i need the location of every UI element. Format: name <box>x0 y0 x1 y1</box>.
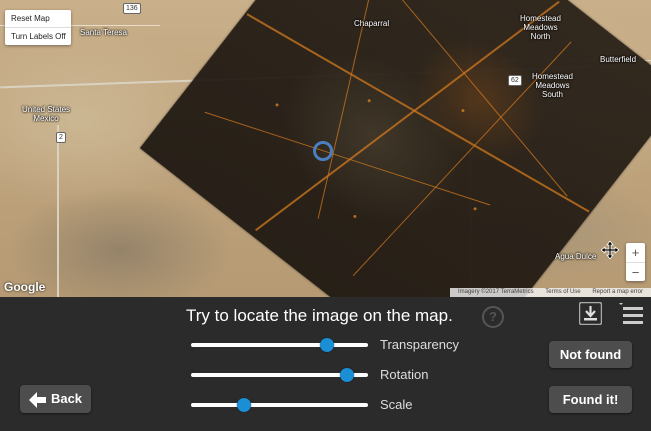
location-marker-icon[interactable] <box>313 141 333 161</box>
zoom-out-button[interactable]: − <box>626 263 645 282</box>
route-shield: 62 <box>508 75 522 86</box>
place-label-chaparral: Chaparral <box>354 19 390 28</box>
slider-track <box>191 403 368 407</box>
control-panel: Try to locate the image on the map. ? Tr… <box>0 297 651 431</box>
scale-slider[interactable] <box>191 396 368 414</box>
slider-thumb[interactable] <box>320 338 335 352</box>
slider-track <box>191 343 368 347</box>
slider-thumb[interactable] <box>237 398 252 412</box>
rotation-label: Rotation <box>380 367 429 382</box>
overlay-light <box>460 108 466 113</box>
overlay-light <box>367 98 372 103</box>
transparency-label: Transparency <box>380 337 459 352</box>
back-arrow-icon <box>28 391 46 408</box>
map-attribution: Imagery ©2017 TerraMetrics Terms of Use … <box>449 288 651 297</box>
google-logo: Google <box>4 280 46 294</box>
download-icon[interactable] <box>579 302 602 325</box>
scale-label: Scale <box>380 397 413 412</box>
place-label-agua-dulce: Agua Dulce <box>555 252 597 261</box>
overlay-road <box>317 0 387 219</box>
route-shield: 2 <box>56 132 66 143</box>
place-label-santa-teresa: Santa Teresa <box>80 28 127 37</box>
zoom-control: + − <box>626 243 645 281</box>
help-icon[interactable]: ? <box>482 306 504 328</box>
place-label-homestead-south: Homestead Meadows South <box>532 72 573 99</box>
slider-thumb[interactable] <box>339 368 354 382</box>
place-label-us-mexico: United States Mexico <box>22 105 71 123</box>
overlay-road <box>246 13 590 213</box>
map-controls: Reset Map Turn Labels Off <box>5 10 71 45</box>
rotation-slider[interactable] <box>191 366 368 384</box>
found-it-button[interactable]: Found it! <box>549 386 632 413</box>
menu-icon[interactable] <box>619 303 643 325</box>
route-shield: 136 <box>123 3 141 14</box>
back-button[interactable]: Back <box>20 385 91 413</box>
highway-road <box>57 125 59 297</box>
terms-of-use-link[interactable]: Terms of Use <box>545 289 580 295</box>
imagery-credit: Imagery ©2017 TerraMetrics <box>457 289 534 295</box>
move-cursor-icon <box>601 241 619 259</box>
not-found-button[interactable]: Not found <box>549 341 632 368</box>
transparency-slider[interactable] <box>191 336 368 354</box>
report-map-error-link[interactable]: Report a map error <box>592 289 643 295</box>
overlay-road <box>255 0 560 232</box>
instruction-text: Try to locate the image on the map. <box>186 306 453 325</box>
toggle-labels-button[interactable]: Turn Labels Off <box>5 28 71 45</box>
satellite-map[interactable]: Santa Teresa Chaparral Homestead Meadows… <box>0 0 651 297</box>
back-label: Back <box>50 391 83 406</box>
zoom-in-button[interactable]: + <box>626 243 645 263</box>
place-label-butterfield: Butterfield <box>600 55 637 64</box>
reset-map-button[interactable]: Reset Map <box>5 10 71 28</box>
overlay-light <box>352 214 357 219</box>
overlay-light <box>472 206 478 211</box>
place-label-homestead-north: Homestead Meadows North <box>520 14 561 41</box>
overlay-light <box>274 102 280 108</box>
